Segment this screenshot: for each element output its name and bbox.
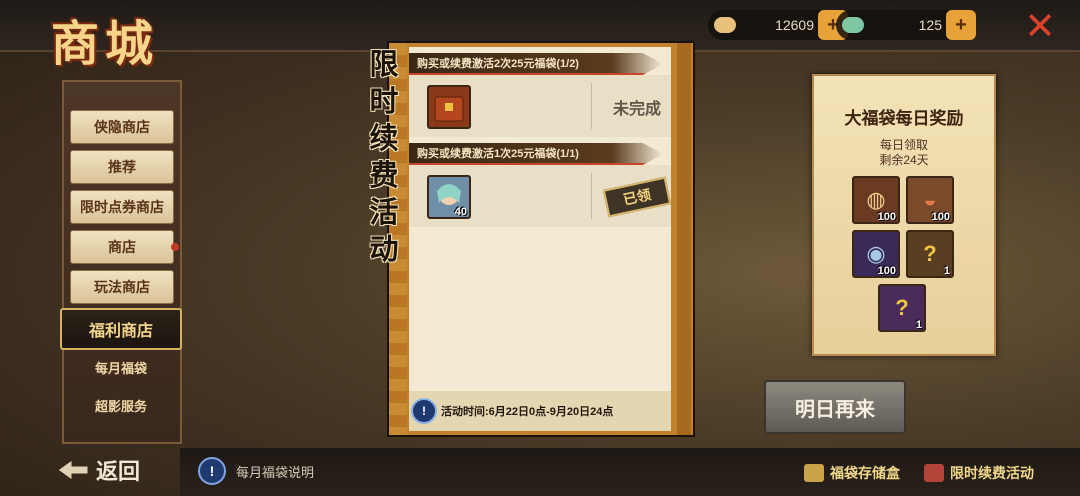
add-jade-button[interactable]: +: [946, 10, 976, 40]
reward-item[interactable]: ◍ 100: [852, 176, 900, 224]
jade-currency: 125 +: [836, 10, 976, 40]
reward-line-remaining: 剩余24天: [879, 153, 929, 167]
event-time-footer: ! 活动时间:6月22日0点-9月20日24点: [409, 391, 671, 431]
title-char: 费: [369, 158, 399, 192]
sidebar-item-label: 推荐: [108, 159, 136, 175]
reward-qty: 1: [943, 265, 950, 277]
info-label: 每月福袋说明: [236, 464, 315, 480]
limited-renewal-label: 限时续费活动: [950, 465, 1034, 481]
sidebar-item-label: 福利商店: [88, 323, 153, 340]
sidebar-item-gameplay-shop[interactable]: 玩法商店: [70, 270, 174, 304]
title-char: 限: [369, 47, 399, 81]
popup-vertical-title: 限 时 续 费 活 动: [356, 46, 412, 268]
sidebar-item-recommend[interactable]: 推荐: [70, 150, 174, 184]
reward-qty: 100: [931, 211, 950, 223]
task-status: 未完成: [612, 101, 661, 118]
reward-item[interactable]: ◉ 100: [852, 230, 900, 278]
limited-renewal-link[interactable]: 限时续费活动: [924, 462, 1034, 484]
shop-logo: 商城: [50, 16, 159, 72]
reward-qty: 100: [877, 211, 896, 223]
task-header: 购买或续费激活2次25元福袋(1/2): [409, 53, 663, 75]
sidebar-item-label: 侠隐商店: [94, 119, 150, 135]
title-char: 动: [369, 232, 399, 266]
task-divider: [591, 83, 592, 129]
back-label: 返回: [96, 459, 141, 484]
close-icon[interactable]: ✕: [1024, 4, 1056, 49]
bag-glyph: [434, 96, 464, 122]
ninja-portrait-icon[interactable]: 40: [427, 175, 471, 219]
reward-item[interactable]: ? 1: [906, 230, 954, 278]
bag-storage-link[interactable]: 福袋存储盒: [804, 462, 900, 484]
sidebar: 侠隐商店 推荐 限时点券商店 商店 玩法商店 福利商店 每月福袋 超影服务: [60, 80, 182, 444]
jade-icon: [842, 17, 864, 33]
sidebar-item-label: 限时点券商店: [80, 199, 164, 215]
sidebar-item-label: 商店: [108, 239, 136, 255]
sidebar-item-limited-coupon-shop[interactable]: 限时点券商店: [70, 190, 174, 224]
reward-item[interactable]: ? 1: [878, 284, 926, 332]
sidebar-item-welfare-shop[interactable]: 福利商店: [60, 308, 182, 350]
sidebar-item-label: 每月福袋: [94, 360, 147, 376]
bag-icon: [924, 464, 944, 482]
coin-currency: 12609 +: [708, 10, 848, 40]
back-arrow-icon: [58, 460, 88, 480]
info-icon: !: [198, 457, 226, 485]
back-button[interactable]: 返回: [58, 452, 168, 488]
notification-dot: [171, 243, 179, 251]
task-row: 未完成: [409, 75, 671, 137]
bag-storage-label: 福袋存储盒: [830, 465, 900, 481]
sidebar-item-shop[interactable]: 商店: [70, 230, 179, 264]
title-char: 时: [369, 84, 399, 118]
reward-line-daily: 每日领取: [879, 138, 928, 152]
come-back-tomorrow-button[interactable]: 明日再来: [764, 380, 906, 434]
reward-title: 大福袋每日奖励: [844, 109, 964, 128]
event-time-text: 活动时间:6月22日0点-9月20日24点: [441, 406, 614, 418]
task-qty: 40: [454, 206, 467, 218]
gift-box-icon: [804, 464, 824, 482]
task-divider: [591, 173, 592, 219]
daily-reward-panel: 大福袋每日奖励 每日领取 剩余24天 ◍ 100 ◒ 100 ◉ 100 ? 1…: [812, 74, 996, 356]
title-char: 活: [369, 195, 399, 229]
title-char: 续: [369, 121, 399, 155]
popup-edge: [677, 43, 691, 435]
sidebar-subitem-monthly-bag[interactable]: 每月福袋: [70, 354, 172, 380]
claimed-stamp: 已领: [602, 176, 672, 218]
task-header: 购买或续费激活1次25元福袋(1/1): [409, 143, 663, 165]
reward-item[interactable]: ◒ 100: [906, 176, 954, 224]
sidebar-subitem-super-service[interactable]: 超影服务: [70, 392, 172, 418]
info-icon[interactable]: !: [411, 398, 437, 424]
sidebar-item-ninja-shop[interactable]: 侠隐商店: [70, 110, 174, 144]
task-row: 40 已领: [409, 165, 672, 227]
popup-content: 购买或续费激活2次25元福袋(1/2) 未完成 购买或续费激活1次25元福袋(1…: [409, 47, 672, 431]
reward-qty: 1: [915, 319, 922, 331]
monthly-bag-info-link[interactable]: ! 每月福袋说明: [198, 457, 315, 485]
sidebar-item-label: 玩法商店: [94, 279, 150, 295]
sidebar-item-label: 超影服务: [94, 398, 147, 414]
red-bag-icon[interactable]: [427, 85, 471, 129]
limited-renewal-popup: 购买或续费激活2次25元福袋(1/2) 未完成 购买或续费激活1次25元福袋(1…: [387, 41, 695, 437]
reward-qty: 100: [877, 265, 896, 277]
coin-roll-icon: [714, 17, 736, 33]
reward-subtitle: 每日领取 剩余24天: [814, 138, 994, 168]
